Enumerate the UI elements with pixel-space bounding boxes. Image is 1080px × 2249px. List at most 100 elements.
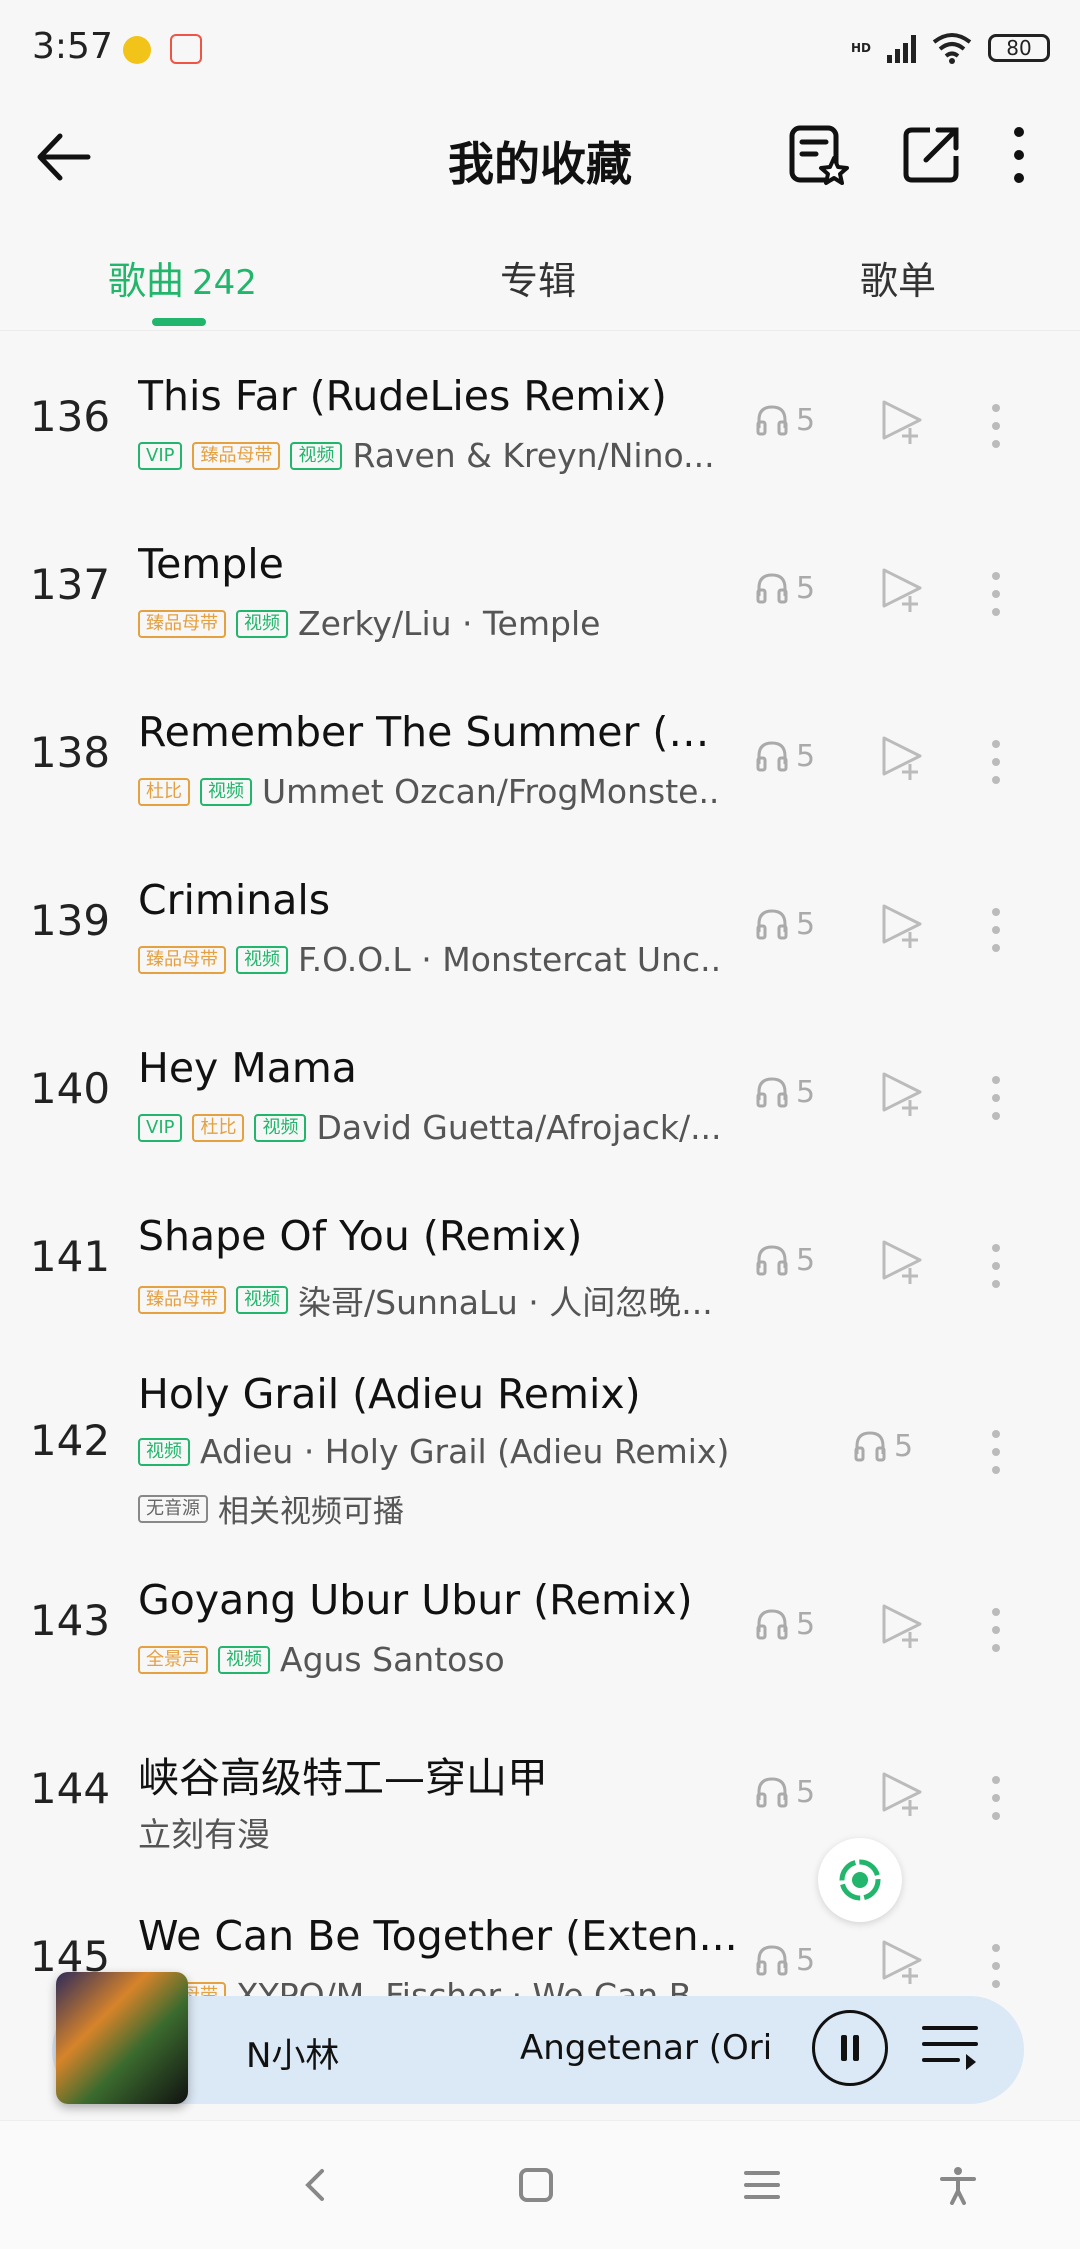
song-subtitle: VIP 臻品母带 视频 Raven & Kreyn/Nino... xyxy=(138,436,715,475)
song-index: 141 xyxy=(29,1232,111,1281)
playlist-queue-icon[interactable] xyxy=(922,2022,978,2074)
app-header: 我的收藏 xyxy=(0,100,1080,230)
headphones-icon xyxy=(854,1431,886,1462)
locate-current-song-button[interactable] xyxy=(818,1838,902,1922)
song-list: 136 This Far (RudeLies Remix) VIP 臻品母带 视… xyxy=(0,340,1080,2048)
nav-back-icon[interactable] xyxy=(296,2165,336,2205)
song-artist: Zerky/Liu · Temple xyxy=(298,604,601,643)
accessibility-icon[interactable] xyxy=(938,2165,978,2205)
listen-count-value: 5 xyxy=(796,1242,816,1278)
song-artist: Agus Santoso xyxy=(280,1640,505,1679)
song-title: Shape Of You (Remix) xyxy=(138,1212,583,1260)
song-subtitle: 杜比 视频 Ummet Ozcan/FrogMonste... xyxy=(138,772,718,811)
song-artist: 染哥/SunnaLu · 人间忽晚... xyxy=(298,1283,713,1322)
player-song-title: Angetenar (Ori xyxy=(520,2028,770,2068)
album-art[interactable] xyxy=(56,1972,188,2104)
song-row[interactable]: 137 Temple 臻品母带 视频 Zerky/Liu · Temple 5 xyxy=(0,508,1080,676)
more-menu-icon[interactable] xyxy=(984,120,1054,190)
song-row[interactable]: 141 Shape Of You (Remix) 臻品母带 视频 染哥/Sunn… xyxy=(0,1180,1080,1348)
song-more-icon[interactable] xyxy=(990,1074,1002,1122)
add-to-playlist-icon[interactable] xyxy=(880,902,924,950)
add-to-playlist-icon[interactable] xyxy=(880,566,924,614)
song-title: Goyang Ubur Ubur (Remix) xyxy=(138,1576,693,1624)
dolby-badge: 杜比 xyxy=(138,777,190,806)
add-to-playlist-icon[interactable] xyxy=(880,1070,924,1118)
add-to-playlist-icon[interactable] xyxy=(880,1770,924,1818)
song-artist: David Guetta/Afrojack/... xyxy=(316,1108,718,1147)
add-to-playlist-icon[interactable] xyxy=(880,398,924,446)
listen-count-value: 5 xyxy=(796,402,816,438)
song-subtitle: 臻品母带 视频 F.O.O.L · Monstercat Unc... xyxy=(138,940,718,979)
song-more-icon[interactable] xyxy=(990,1242,1002,1290)
nav-recents-icon[interactable] xyxy=(742,2165,782,2205)
master-badge: 臻品母带 xyxy=(192,441,281,470)
song-row[interactable]: 140 Hey Mama VIP 杜比 视频 David Guetta/Afro… xyxy=(0,1012,1080,1180)
app-notification-icon-2 xyxy=(170,34,202,64)
video-badge: 视频 xyxy=(290,441,343,470)
headphones-icon xyxy=(756,573,788,604)
song-title: This Far (RudeLies Remix) xyxy=(138,372,667,420)
listen-count: 5 xyxy=(754,1242,815,1278)
share-icon[interactable] xyxy=(896,120,966,190)
tab-indicator xyxy=(152,318,206,326)
listen-count-value: 5 xyxy=(796,738,816,774)
listen-count: 5 xyxy=(754,1942,815,1978)
add-to-playlist-icon[interactable] xyxy=(880,734,924,782)
tab-playlists[interactable]: 歌单 xyxy=(860,250,936,305)
song-row[interactable]: 144 峡谷高级特工—穿山甲 立刻有漫 5 xyxy=(0,1712,1080,1880)
vip-badge: VIP xyxy=(138,441,183,470)
song-artist: Raven & Kreyn/Nino... xyxy=(352,436,715,475)
video-badge: 视频 xyxy=(200,777,252,806)
pause-button[interactable] xyxy=(812,2010,888,2086)
listen-count: 5 xyxy=(754,1774,815,1810)
song-more-icon[interactable] xyxy=(990,402,1002,450)
song-row[interactable]: 143 Goyang Ubur Ubur (Remix) 全景声 视频 Agus… xyxy=(0,1544,1080,1712)
headphones-icon xyxy=(756,405,788,436)
song-more-icon[interactable] xyxy=(990,1774,1002,1822)
tab-bar: 歌曲 242 专辑 歌单 xyxy=(0,230,1080,331)
tab-albums[interactable]: 专辑 xyxy=(500,250,576,305)
system-nav-bar xyxy=(0,2120,1080,2249)
headphones-icon xyxy=(756,1245,788,1276)
add-to-playlist-icon[interactable] xyxy=(880,1938,924,1986)
atmos-badge: 全景声 xyxy=(138,1645,208,1674)
song-more-icon[interactable] xyxy=(990,906,1002,954)
song-more-icon[interactable] xyxy=(990,1428,1002,1476)
song-more-icon[interactable] xyxy=(990,570,1002,618)
song-more-icon[interactable] xyxy=(990,1942,1002,1990)
song-title: 峡谷高级特工—穿山甲 xyxy=(138,1754,548,1802)
signal-icon xyxy=(887,33,916,63)
video-badge: 视频 xyxy=(218,1645,270,1674)
song-row[interactable]: 142 Holy Grail (Adieu Remix) 视频 Adieu · … xyxy=(0,1348,1080,1544)
listen-count: 5 xyxy=(852,1428,913,1464)
song-more-icon[interactable] xyxy=(990,738,1002,786)
listen-count-value: 5 xyxy=(894,1428,914,1464)
song-note: 无音源 相关视频可播 xyxy=(138,1486,404,1531)
nav-home-icon[interactable] xyxy=(516,2165,556,2205)
song-artist: Ummet Ozcan/FrogMonste... xyxy=(262,772,718,811)
song-artist: F.O.O.L · Monstercat Unc... xyxy=(298,940,718,979)
song-row[interactable]: 136 This Far (RudeLies Remix) VIP 臻品母带 视… xyxy=(0,340,1080,508)
listen-count: 5 xyxy=(754,738,815,774)
tab-songs[interactable]: 歌曲 242 xyxy=(108,250,257,305)
listen-count-value: 5 xyxy=(796,1942,816,1978)
listen-count: 5 xyxy=(754,570,815,606)
listen-count: 5 xyxy=(754,1606,815,1642)
song-title: Holy Grail (Adieu Remix) xyxy=(138,1370,641,1418)
song-row[interactable]: 139 Criminals 臻品母带 视频 F.O.O.L · Monsterc… xyxy=(0,844,1080,1012)
app-notification-icon xyxy=(123,36,151,64)
add-to-playlist-icon[interactable] xyxy=(880,1238,924,1286)
song-subtitle: VIP 杜比 视频 David Guetta/Afrojack/... xyxy=(138,1108,718,1147)
status-right: HD 80 xyxy=(851,28,1050,68)
song-row[interactable]: 138 Remember The Summer (f... 杜比 视频 Umme… xyxy=(0,676,1080,844)
favorite-list-icon[interactable] xyxy=(784,120,854,190)
listen-count: 5 xyxy=(754,906,815,942)
vip-badge: VIP xyxy=(138,1113,183,1142)
add-to-playlist-icon[interactable] xyxy=(880,1602,924,1650)
dolby-badge: 杜比 xyxy=(192,1113,245,1142)
listen-count-value: 5 xyxy=(796,570,816,606)
locate-icon xyxy=(839,1859,881,1901)
song-subtitle: 臻品母带 视频 Zerky/Liu · Temple xyxy=(138,604,600,643)
song-more-icon[interactable] xyxy=(990,1606,1002,1654)
listen-count-value: 5 xyxy=(796,1074,816,1110)
